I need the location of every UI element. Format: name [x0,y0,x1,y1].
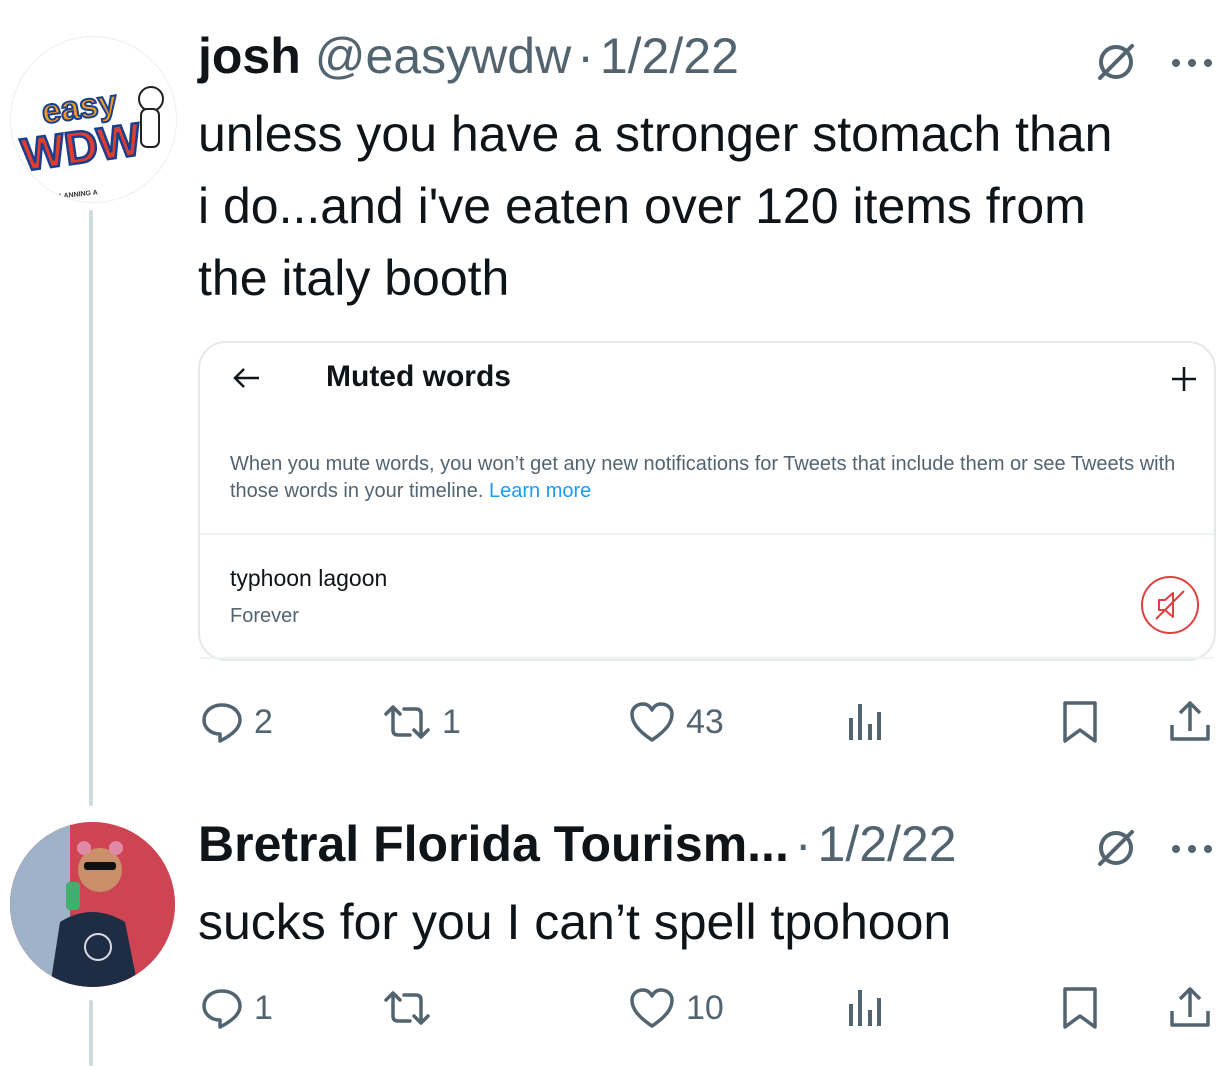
muted-words-screenshot[interactable]: Muted words When you mute words, you won… [198,341,1216,661]
bookmark-button[interactable] [1060,694,1100,750]
like-count: 43 [686,702,724,741]
tweet-2-text: sucks for you I can’t spell tpohoon [198,886,951,958]
avatar-easywdw[interactable]: easy WDW ISNEY PLANNING A [10,36,177,203]
more-icon[interactable] [1170,842,1214,856]
thread-line-2 [89,1000,93,1066]
tweet-text-line: unless you have a stronger stomach than [198,106,1113,162]
like-icon [630,702,674,742]
views-button[interactable] [846,694,886,750]
tweet-date[interactable]: 1/2/22 [600,27,739,85]
tweet-text-line: sucks for you I can’t spell tpohoon [198,894,952,950]
retweet-button[interactable] [382,980,442,1036]
views-icon [849,990,881,1026]
tweet-1-header: josh @easywdw · 1/2/22 [198,27,739,85]
reply-count: 2 [254,702,273,741]
card-bottom-divider [200,657,1214,659]
separator-dot: · [577,28,594,84]
tweet-2-header: Bretral Florida Tourism... · 1/2/22 [198,815,957,873]
like-button[interactable]: 43 [628,694,724,750]
retweet-icon [384,991,430,1025]
card-title: Muted words [326,360,511,393]
avatar-bretral[interactable] [10,822,175,987]
reply-icon [202,703,242,743]
card-description: When you mute words, you won’t get any n… [230,451,1190,505]
unmute-icon [1141,576,1199,634]
retweet-icon [384,705,430,739]
like-button[interactable]: 10 [628,980,724,1036]
muted-word: typhoon lagoon [230,565,388,591]
thread-line-1 [89,210,93,806]
reply-count: 1 [254,988,273,1027]
easywdw-logo: easy WDW ISNEY PLANNING A [17,82,164,202]
tweet-1-text: unless you have a stronger stomach than … [198,98,1112,314]
share-button[interactable] [1168,980,1212,1036]
share-icon [1170,987,1210,1027]
separator-dot: · [794,816,812,872]
reply-button[interactable]: 2 [200,694,273,750]
tweet-text-line: the italy booth [198,250,510,306]
profile-photo [10,822,175,987]
reply-button[interactable]: 1 [200,980,273,1036]
grok-icon[interactable] [1094,826,1138,870]
views-icon [849,704,881,740]
tweet-date[interactable]: 1/2/22 [818,815,957,873]
retweet-count: 1 [442,702,461,741]
plus-icon [1172,367,1196,391]
like-icon [630,988,674,1028]
logo-caption: ISNEY PLANNING A [32,189,98,202]
display-name[interactable]: Bretral Florida Tourism... [198,815,789,873]
description-text: When you mute words, you won’t get any n… [230,453,1176,502]
tweet-1-actions: 2 1 43 [198,694,1218,750]
display-name[interactable]: josh [198,27,301,85]
back-arrow-icon [233,368,259,388]
grok-icon[interactable] [1094,40,1138,84]
more-icon[interactable] [1170,56,1214,70]
reply-icon [202,989,242,1029]
tweet-2-actions: 1 10 [198,980,1218,1036]
bookmark-button[interactable] [1060,980,1100,1036]
learn-more-link: Learn more [489,480,592,502]
user-handle[interactable]: @easywdw [315,27,571,85]
share-button[interactable] [1168,694,1212,750]
muted-duration: Forever [230,605,299,627]
logo-text-wdw: WDW [18,112,145,180]
share-icon [1170,701,1210,741]
like-count: 10 [686,988,724,1027]
retweet-button[interactable]: 1 [382,694,461,750]
views-button[interactable] [846,980,886,1036]
card-divider [200,533,1214,535]
bookmark-icon [1063,987,1097,1029]
tweet-text-line: i do...and i've eaten over 120 items fro… [198,178,1086,234]
bookmark-icon [1063,701,1097,743]
